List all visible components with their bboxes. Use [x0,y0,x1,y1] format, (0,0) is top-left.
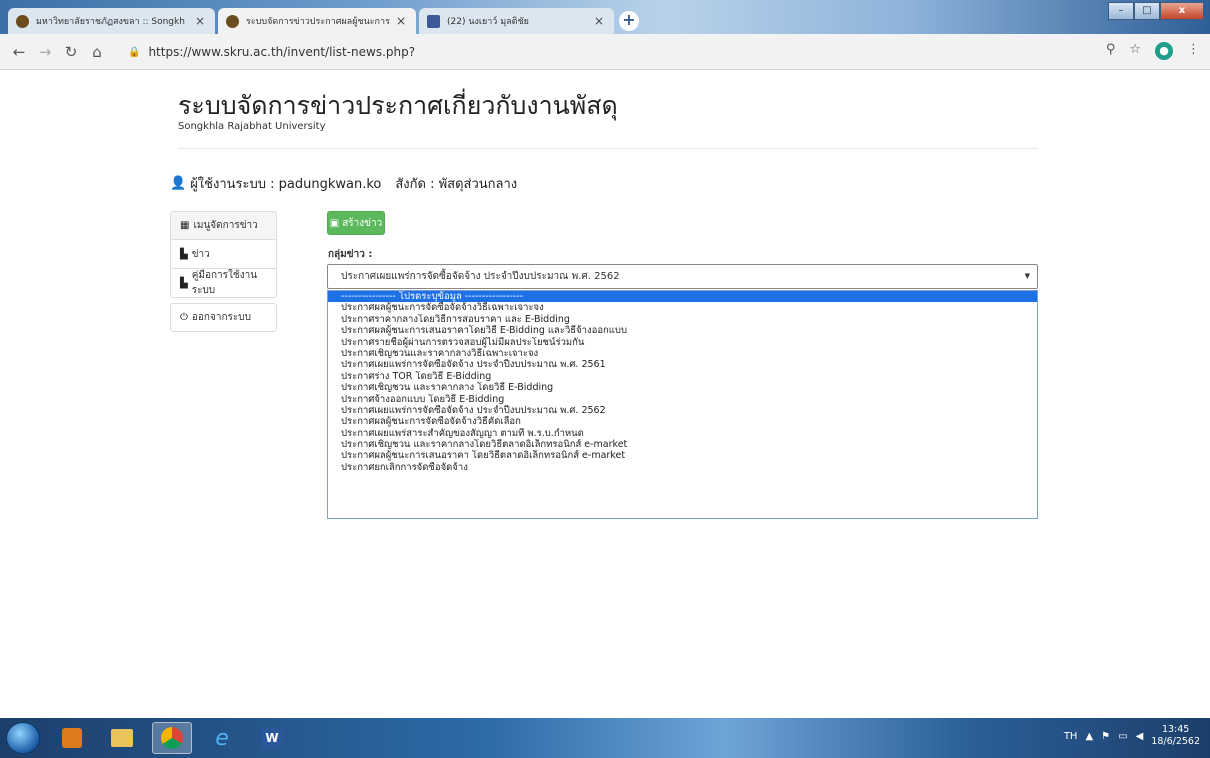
profile-avatar-icon[interactable]: ● [1155,42,1173,60]
dropdown-option[interactable]: ประกาศผลผู้ชนะการจัดซื้อจัดจ้างวิธีเฉพาะ… [328,302,1037,313]
toolbar-actions: ⚲ ☆ ● ⋮ [1106,42,1200,60]
tab-title: ระบบจัดการข่าวประกาศผลผู้ชนะการจั [246,17,390,27]
sidebar-item-logout[interactable]: ⏻ ออกจากระบบ [170,303,277,332]
dropdown-option[interactable]: ประกาศผลผู้ชนะการเสนอราคาโดยวิธี E-Biddi… [328,325,1037,336]
reload-icon[interactable]: ↻ [58,43,84,61]
dropdown-option[interactable]: ประกาศเชิญชวน และราคากลาง โดยวิธี E-Bidd… [328,382,1037,393]
sidebar-item-label: เมนูจัดการข่าว [193,220,258,231]
tab-title: (22) นงเยาว์ มุลติชัย [447,17,529,27]
tray-expand-icon[interactable]: ▲ [1085,731,1093,742]
browser-tab-active[interactable]: ระบบจัดการข่าวประกาศผลผู้ชนะการจั × [218,8,416,34]
maximize-button[interactable]: □ [1134,2,1160,20]
facebook-icon [427,14,440,28]
news-group-select[interactable]: ประกาศเผยแพร่การจัดซื้อจัดจ้าง ประจำปีงบ… [327,264,1038,289]
language-indicator[interactable]: TH [1064,731,1078,742]
home-icon[interactable]: ⌂ [84,43,110,61]
dropdown-option[interactable]: ประกาศเชิญชวน และราคากลางโดยวิธีตลาดอิเล… [328,439,1037,450]
file-icon: ▙ [180,277,188,289]
lock-icon: 🔒 [128,46,141,58]
sidebar-item-news[interactable]: ▙ ข่าว [170,240,277,269]
outlook-app-icon[interactable] [52,722,92,754]
news-group-dropdown-list: ---------------- โปรดระบุข้อมูล --------… [327,290,1038,519]
menu-kebab-icon[interactable]: ⋮ [1187,42,1200,60]
sidebar-item-label: ออกจากระบบ [191,312,251,323]
windows-taskbar: e W TH ▲ ⚑ ▭ ◀ 13:45 18/6/2562 [0,718,1210,758]
dropdown-option[interactable]: ประกาศราคากลางโดยวิธีการสอบราคา และ E-Bi… [328,314,1037,325]
page-title: ระบบจัดการข่าวประกาศเกี่ยวกับงานพัสดุ [178,91,618,120]
side-menu: ▦ เมนูจัดการข่าว ▙ ข่าว ▙ คู่มือการใช้งา… [170,211,277,332]
close-window-button[interactable]: x [1160,2,1204,20]
zoom-icon[interactable]: ⚲ [1106,42,1116,60]
clock-date: 18/6/2562 [1151,736,1200,747]
dropdown-option[interactable]: ประกาศจ้างออกแบบ โดยวิธี E-Bidding [328,394,1037,405]
dropdown-arrow-icon: ▼ [1024,272,1030,280]
close-tab-icon[interactable]: × [394,14,408,28]
window-controls: – □ x [1108,2,1204,20]
tab-title: มหาวิทยาลัยราชภัฏสงขลา :: Songkh [36,17,185,27]
volume-icon[interactable]: ◀ [1136,731,1144,742]
dropdown-option[interactable]: ประกาศเชิญชวนและราคากลางวิธีเฉพาะเจาะจง [328,348,1037,359]
select-value: ประกาศเผยแพร่การจัดซื้อจัดจ้าง ประจำปีงบ… [341,271,620,282]
browser-toolbar: ← → ↻ ⌂ 🔒 https://www.skru.ac.th/invent/… [0,34,1210,70]
dropdown-option[interactable]: ประกาศร่าง TOR โดยวิธี E-Bidding [328,371,1037,382]
sidebar-item-manual[interactable]: ▙ คู่มือการใช้งานระบบ [170,269,277,298]
internet-explorer-icon[interactable]: e [202,722,242,754]
dropdown-option[interactable]: ประกาศเผยแพร่การจัดซื้อจัดจ้าง ประจำปีงบ… [328,405,1037,416]
close-tab-icon[interactable]: × [592,14,606,28]
browser-tab[interactable]: (22) นงเยาว์ มุลติชัย × [419,8,614,34]
browser-titlebar: มหาวิทยาลัยราชภัฏสงขลา :: Songkh × ระบบจ… [0,0,1210,34]
dropdown-option-placeholder[interactable]: ---------------- โปรดระบุข้อมูล --------… [328,291,1037,303]
new-tab-button[interactable]: + [619,11,639,31]
user-label: ผู้ใช้งานระบบ : padungkwan.ko [190,177,382,192]
file-explorer-icon[interactable] [102,722,142,754]
sidebar-item-menu-header: ▦ เมนูจัดการข่าว [170,211,277,240]
dropdown-option[interactable]: ประกาศผลผู้ชนะการจัดซื้อจัดจ้างวิธีคัดเล… [328,416,1037,427]
create-news-label: สร้างข่าว [342,217,383,229]
start-button[interactable] [6,722,40,754]
forward-arrow-icon[interactable]: → [32,43,58,61]
header-divider [178,148,1038,149]
create-news-button[interactable]: ▣ สร้างข่าว [327,211,385,235]
network-icon[interactable]: ▭ [1118,731,1127,742]
dropdown-option[interactable]: ประกาศยกเลิกการจัดซื้อจัดจ้าง [328,462,1037,473]
system-tray: TH ▲ ⚑ ▭ ◀ 13:45 18/6/2562 [1064,724,1200,748]
address-bar[interactable]: 🔒 https://www.skru.ac.th/invent/list-new… [128,40,1088,64]
dropdown-option[interactable]: ประกาศรายชื่อผู้ผ่านการตรวจสอบผู้ไม่มีผล… [328,337,1037,348]
sidebar-item-label: ข่าว [191,248,210,260]
browser-tab[interactable]: มหาวิทยาลัยราชภัฏสงขลา :: Songkh × [8,8,215,34]
dropdown-option[interactable]: ประกาศเผยแพร่สาระสำคัญของสัญญา ตามที่ พ.… [328,428,1037,439]
dropdown-option[interactable]: ประกาศผลผู้ชนะการเสนอราคา โดยวิธีตลาดอิเ… [328,450,1037,461]
grid-icon: ▦ [180,220,190,231]
university-logo-icon [16,14,29,28]
file-icon: ▙ [180,248,188,260]
chrome-app-icon[interactable] [152,722,192,754]
sidebar-item-label: คู่มือการใช้งานระบบ [191,270,258,296]
dropdown-option[interactable]: ประกาศเผยแพร่การจัดซื้อจัดจ้าง ประจำปีงบ… [328,359,1037,370]
power-icon: ⏻ [180,312,188,323]
clock[interactable]: 13:45 18/6/2562 [1151,724,1200,748]
flag-icon[interactable]: ⚑ [1101,731,1110,742]
close-tab-icon[interactable]: × [193,14,207,28]
page-subtitle: Songkhla Rajabhat University [178,121,326,132]
user-icon: 👤 [170,176,187,191]
clock-time: 13:45 [1161,724,1190,735]
department-label: สังกัด : พัสดุส่วนกลาง [395,177,518,192]
minimize-button[interactable]: – [1108,2,1134,20]
back-arrow-icon[interactable]: ← [6,43,32,61]
url-text: https://www.skru.ac.th/invent/list-news.… [148,45,416,59]
university-logo-icon [226,14,239,28]
save-floppy-icon: ▣ [329,217,340,229]
bookmark-star-icon[interactable]: ☆ [1129,42,1141,60]
word-app-icon[interactable]: W [252,722,292,754]
news-group-label: กลุ่มข่าว : [328,249,373,260]
user-info: 👤 ผู้ใช้งานระบบ : padungkwan.ko สังกัด :… [170,173,517,194]
